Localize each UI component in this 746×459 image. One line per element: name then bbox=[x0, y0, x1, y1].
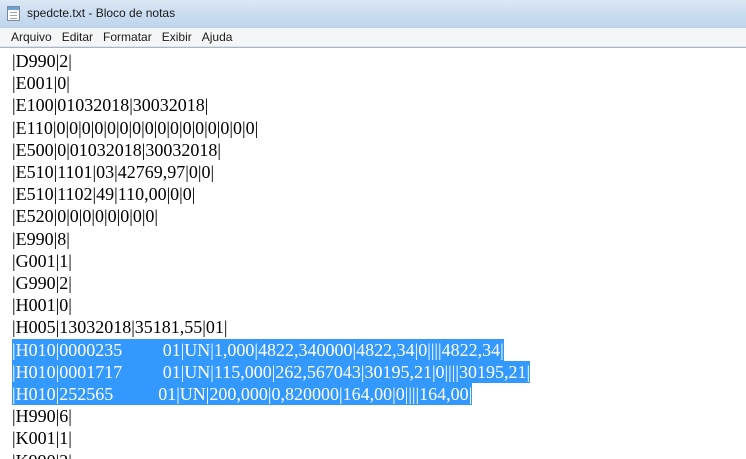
menu-bar: Arquivo Editar Formatar Exibir Ajuda bbox=[0, 28, 746, 47]
text-line[interactable]: |E110|0|0|0|0|0|0|0|0|0|0|0|0|0|0|0|0| bbox=[12, 117, 258, 139]
text-line[interactable]: |H990|6| bbox=[12, 405, 72, 427]
text-line[interactable]: |E520|0|0|0|0|0|0|0|0| bbox=[12, 205, 158, 227]
text-line[interactable]: |G990|2| bbox=[12, 272, 72, 294]
text-line[interactable]: |H005|13032018|35181,55|01| bbox=[12, 316, 228, 338]
menu-editar[interactable]: Editar bbox=[57, 28, 98, 46]
text-line[interactable]: |D990|2| bbox=[12, 50, 72, 72]
text-line[interactable]: |E990|8| bbox=[12, 228, 70, 250]
menu-exibir[interactable]: Exibir bbox=[157, 28, 197, 46]
selected-text-line[interactable]: |H010|252565 01|UN|200,000|0,820000|164,… bbox=[12, 383, 473, 405]
menu-ajuda[interactable]: Ajuda bbox=[197, 28, 238, 46]
menu-formatar[interactable]: Formatar bbox=[98, 28, 157, 46]
text-line[interactable]: |G001|1| bbox=[12, 250, 72, 272]
text-line[interactable]: |E510|1102|49|110,00|0|0| bbox=[12, 183, 195, 205]
text-line[interactable]: |K001|1| bbox=[12, 427, 72, 449]
menu-arquivo[interactable]: Arquivo bbox=[6, 28, 57, 46]
title-bar[interactable]: spedcte.txt - Bloco de notas bbox=[0, 0, 746, 28]
selected-text-line[interactable]: |H010|0001717 01|UN|115,000|262,567043|3… bbox=[12, 360, 531, 383]
text-editor[interactable]: |D990|2| |E001|0| |E100|01032018|30032018|… bbox=[0, 47, 746, 459]
window-title: spedcte.txt - Bloco de notas bbox=[27, 6, 176, 20]
text-line[interactable]: |H001|0| bbox=[12, 294, 72, 316]
text-line[interactable]: |E001|0| bbox=[12, 72, 70, 94]
selected-text-line[interactable]: |H010|0000235 01|UN|1,000|4822,340000|48… bbox=[12, 338, 504, 361]
text-line[interactable]: |K990|2| bbox=[12, 450, 72, 459]
text-line[interactable]: |E500|0|01032018|30032018| bbox=[12, 139, 221, 161]
text-line[interactable]: |E510|1101|03|42769,97|0|0| bbox=[12, 161, 214, 183]
text-line[interactable]: |E100|01032018|30032018| bbox=[12, 94, 208, 116]
notepad-icon bbox=[7, 6, 20, 21]
